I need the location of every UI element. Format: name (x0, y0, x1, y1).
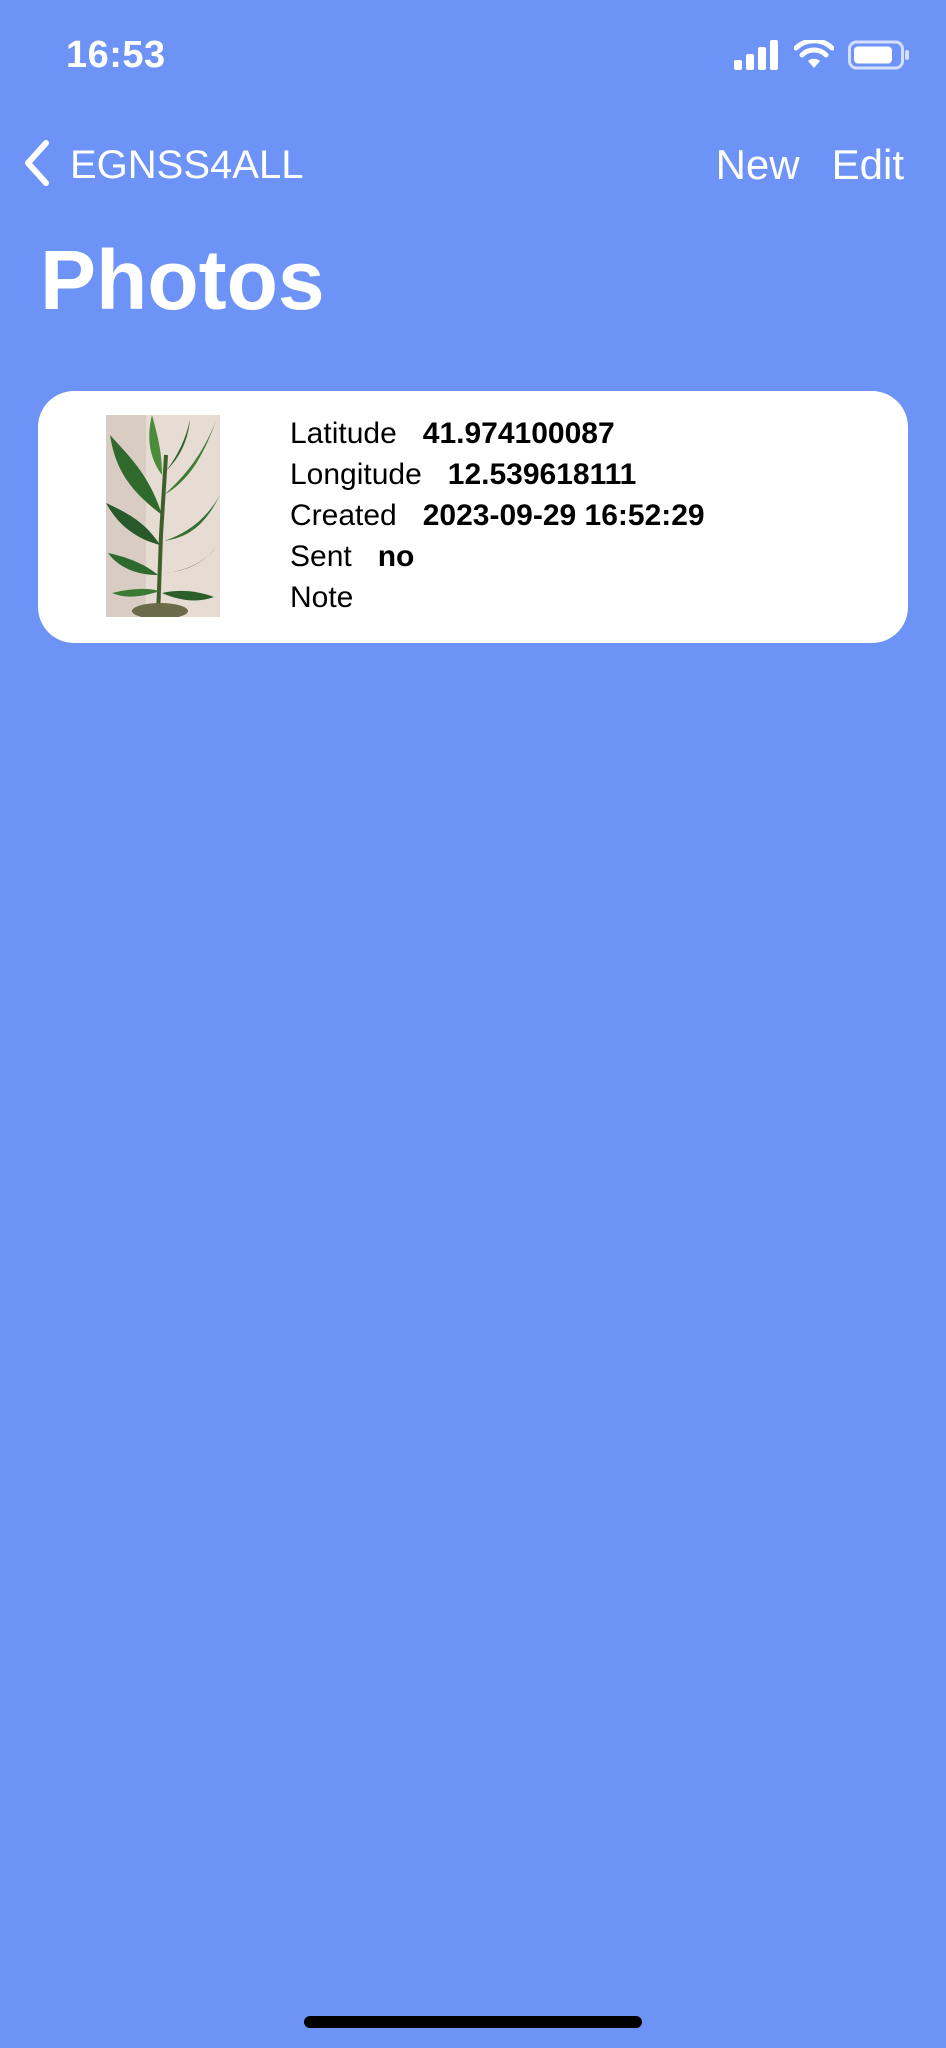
new-button[interactable]: New (716, 141, 800, 189)
sent-label: Sent (290, 539, 352, 573)
longitude-value: 12.539618111 (447, 457, 637, 491)
chevron-left-icon (22, 139, 52, 192)
note-label: Note (290, 580, 354, 614)
signal-icon (734, 40, 780, 75)
back-button[interactable]: EGNSS4ALL (22, 130, 303, 200)
latitude-value: 41.974100087 (422, 416, 615, 450)
longitude-label: Longitude (290, 457, 422, 491)
status-time: 16:53 (66, 34, 166, 76)
nav-actions: New Edit (716, 130, 904, 200)
edit-button[interactable]: Edit (832, 141, 904, 189)
status-icons (734, 38, 910, 75)
longitude-row: Longitude 12.539618111 (290, 454, 705, 495)
status-bar: 16:53 (0, 0, 946, 110)
created-value: 2023-09-29 16:52:29 (422, 498, 705, 532)
wifi-icon (793, 38, 835, 75)
photo-list-item[interactable]: Latitude 41.974100087 Longitude 12.53961… (38, 391, 908, 643)
navigation-bar: EGNSS4ALL New Edit (0, 130, 946, 200)
sent-row: Sent no (290, 536, 705, 577)
battery-icon (848, 40, 910, 75)
created-row: Created 2023-09-29 16:52:29 (290, 495, 705, 536)
latitude-label: Latitude (290, 416, 397, 450)
photo-thumbnail (106, 415, 220, 617)
note-row: Note (290, 577, 705, 618)
latitude-row: Latitude 41.974100087 (290, 413, 705, 454)
page-title: Photos (40, 233, 325, 327)
home-indicator[interactable] (304, 2016, 642, 2028)
created-label: Created (290, 498, 397, 532)
back-button-label: EGNSS4ALL (70, 142, 304, 187)
photo-metadata: Latitude 41.974100087 Longitude 12.53961… (290, 413, 705, 618)
sent-value: no (377, 539, 415, 573)
